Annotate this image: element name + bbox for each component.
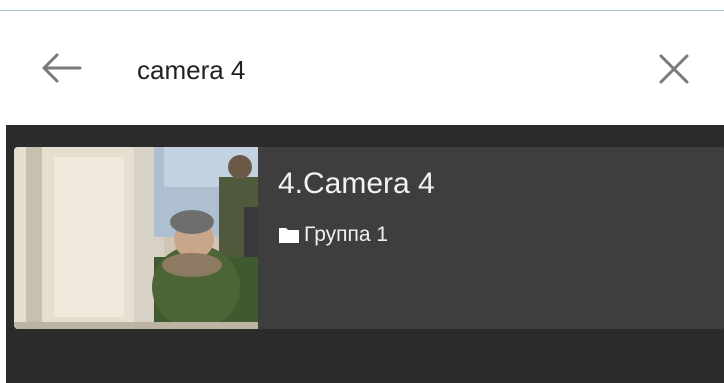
search-bar: [0, 11, 724, 125]
camera-thumbnail: [14, 147, 258, 329]
camera-group: Группа 1: [278, 222, 388, 248]
close-icon: [659, 54, 689, 84]
search-input[interactable]: [137, 55, 617, 85]
camera-name: 4.Camera 4: [278, 167, 435, 200]
folder-icon: [279, 228, 299, 243]
clear-search-button[interactable]: [656, 52, 692, 86]
camera-list-item[interactable]: 4.Camera 4 Группа 1: [14, 147, 724, 329]
arrow-left-icon: [42, 53, 82, 83]
camera-group-label: Группа 1: [304, 223, 389, 246]
back-button[interactable]: [40, 53, 84, 83]
results-list: 4.Camera 4 Группа 1: [6, 125, 724, 383]
